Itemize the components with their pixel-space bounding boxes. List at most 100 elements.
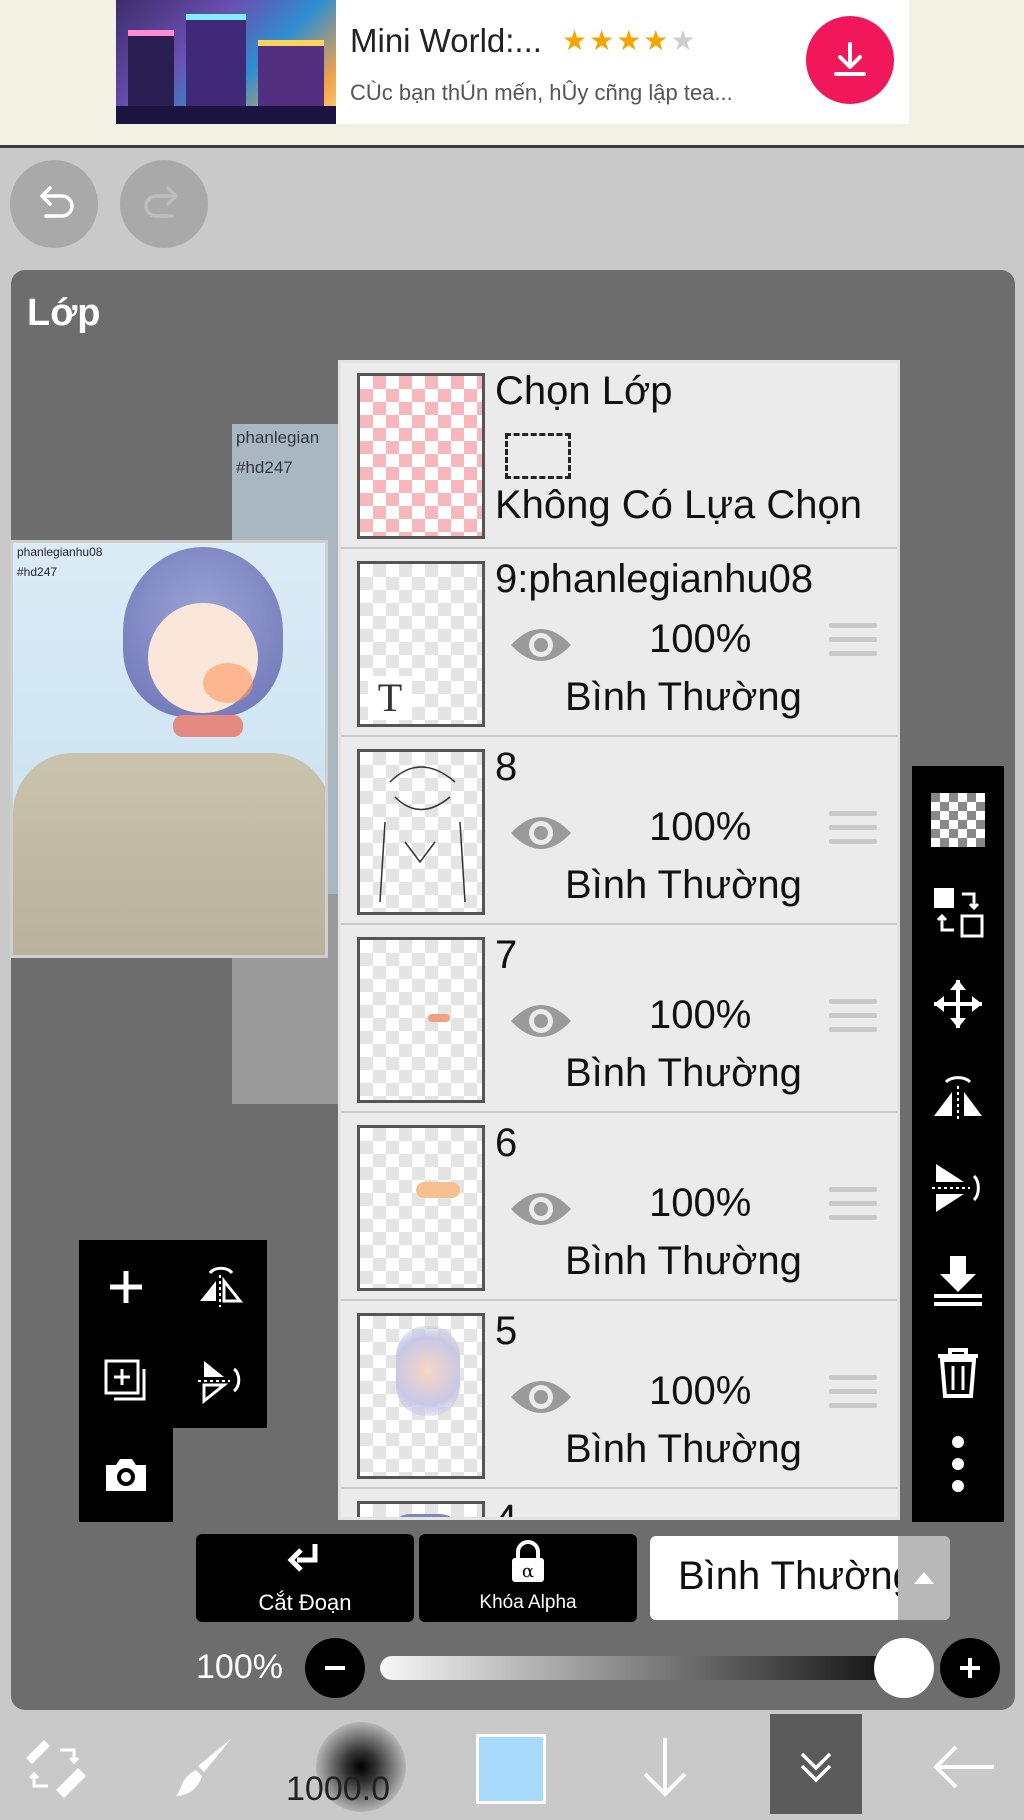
drag-handle-icon[interactable] [829,1187,877,1231]
color-swatch[interactable] [476,1734,546,1804]
redo-icon [144,186,178,218]
selection-marquee-icon [505,433,571,479]
layer-row[interactable]: 6 100% Bình Thường [341,1115,897,1301]
transparency-button[interactable] [912,774,1004,866]
brush-eraser-toggle[interactable] [10,1714,100,1820]
swap-layer-button[interactable] [912,866,1004,958]
layer-row[interactable]: 5 100% Bình Thường [341,1303,897,1489]
layer-name: 7 [495,933,518,977]
delete-layer-button[interactable] [912,1326,1004,1418]
layer-opacity: 100% [649,993,752,1037]
svg-text:α: α [522,1561,534,1582]
ad-thumbnail [116,0,336,124]
opacity-slider[interactable] [380,1656,930,1680]
opacity-value: 100% [196,1648,283,1686]
chevron-up-icon [914,1572,934,1584]
preview-watermark-tag: #hd247 [17,565,58,579]
flip-vertical-icon [198,1361,241,1405]
ad-rating: ★★★★★ [562,25,698,56]
canvas-preview[interactable]: phanlegianhu08 #hd247 [10,540,328,958]
drag-handle-icon[interactable] [829,623,877,667]
ad-download-button[interactable] [806,16,894,104]
ad-banner[interactable]: Mini World:... ★★★★★ CÙc bạn thÚn mến, h… [0,0,1024,148]
download-icon [834,42,866,76]
flip-vertical-button[interactable] [173,1334,267,1428]
ad-subtitle: CÙc bạn thÚn mến, hÛy cñng lập tea... [350,80,733,105]
opacity-increase-button[interactable] [940,1638,1000,1698]
text-layer-icon: T [368,676,412,720]
eye-icon[interactable] [507,1183,575,1235]
flip-horizontal-icon [200,1266,244,1307]
blend-dropdown-arrow[interactable] [898,1536,950,1620]
brush-size-value: 1000.0 [286,1770,390,1808]
layer-opacity: 100% [649,1369,752,1413]
more-options-button[interactable] [912,1418,1004,1510]
drag-handle-icon[interactable] [829,1375,877,1419]
layer-row[interactable]: T 9:phanlegianhu08 100% Bình Thường [341,551,897,737]
camera-button[interactable] [79,1428,173,1522]
flip-horizontal-button[interactable] [173,1240,267,1334]
selection-layer-thumbnail [357,373,485,539]
add-layer-button[interactable] [79,1240,173,1334]
layer-name: 4 [495,1497,518,1520]
layer-thumbnail [357,1313,485,1479]
brush-eraser-icon [26,1740,86,1798]
drag-handle-icon[interactable] [829,999,877,1043]
ad-title: Mini World:... [350,22,542,59]
layer-row[interactable]: 7 100% Bình Thường [341,927,897,1113]
flip-vertical-layer-button[interactable] [912,1142,1004,1234]
layer-opacity: 100% [649,617,752,661]
alpha-lock-button[interactable]: α Khóa Alpha [419,1534,637,1622]
drag-handle-icon[interactable] [829,811,877,855]
eye-icon[interactable] [507,995,575,1047]
clipping-label: Cắt Đoạn [258,1590,352,1615]
selection-layer-row[interactable]: Chọn Lớp Không Có Lựa Chọn [341,363,897,549]
eye-icon[interactable] [507,807,575,859]
layer-thumbnail: T [357,561,485,727]
opacity-slider-knob[interactable] [874,1638,934,1698]
layer-blend-mode: Bình Thường [565,1051,802,1095]
clipping-arrow-icon [287,1544,318,1572]
layers-tab-button[interactable] [770,1714,862,1814]
trash-icon [938,1348,978,1398]
merge-down-button[interactable] [912,1234,1004,1326]
eye-icon[interactable] [507,619,575,671]
checkerboard-icon [931,793,985,847]
move-icon [934,980,982,1028]
layer-blend-mode: Bình Thường [565,1239,802,1283]
layer-name: 8 [495,745,518,789]
ad-card[interactable]: Mini World:... ★★★★★ CÙc bạn thÚn mến, h… [116,0,909,124]
undo-button[interactable] [10,160,98,248]
plus-icon [110,1271,142,1303]
blend-mode-select[interactable]: Bình Thường [650,1536,950,1620]
blend-mode-value: Bình Thường [678,1554,915,1598]
layer-blend-mode: Bình Thường [565,1427,802,1471]
layer-list[interactable]: Chọn Lớp Không Có Lựa Chọn T 9:phanlegia… [338,360,900,1520]
layer-name: 5 [495,1309,518,1353]
scroll-down-button[interactable] [620,1714,710,1820]
minus-icon [325,1666,345,1670]
back-button[interactable] [920,1714,1010,1820]
redo-button[interactable] [120,160,208,248]
brush-icon [176,1738,232,1796]
layer-row[interactable]: 4 [341,1491,897,1520]
move-button[interactable] [912,958,1004,1050]
copy-layer-button[interactable] [79,1334,173,1428]
layer-thumbnail [357,1501,485,1517]
eye-icon[interactable] [507,1371,575,1423]
flip-horizontal-layer-button[interactable] [912,1050,1004,1142]
layer-blend-mode: Bình Thường [565,863,802,907]
layer-blend-mode: Bình Thường [565,675,802,719]
layer-row[interactable]: 8 100% Bình Thường [341,739,897,925]
layer-name: 6 [495,1121,518,1165]
canvas-watermark-tag: #hd247 [236,458,293,477]
selection-layer-title: Chọn Lớp [495,369,673,413]
double-chevron-down-icon [800,1752,832,1783]
layer-opacity: 100% [649,805,752,849]
plus-icon [960,1658,980,1678]
opacity-decrease-button[interactable] [305,1638,365,1698]
arrow-down-icon [643,1738,687,1797]
brush-tool-button[interactable] [160,1714,250,1820]
layer-opacity: 100% [649,1181,752,1225]
clipping-button[interactable]: Cắt Đoạn [196,1534,414,1622]
